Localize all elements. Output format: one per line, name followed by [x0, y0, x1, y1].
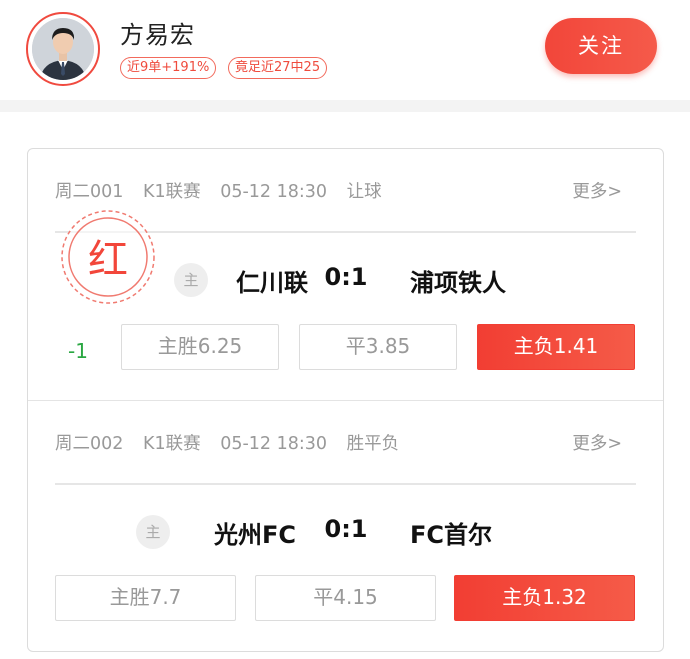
follow-button[interactable]: 关注	[545, 18, 657, 74]
play-type: 胜平负	[346, 434, 400, 454]
record-badge: 近9单+191%	[120, 57, 217, 79]
divider	[55, 483, 636, 485]
match-item: 周二001 K1联赛 05-12 18:30 让球 更多> 主 仁川联 0:1 …	[28, 149, 663, 400]
odds-home-lose[interactable]: 主负1.32	[454, 575, 635, 621]
league-name: K1联赛	[142, 182, 201, 202]
odds-draw[interactable]: 平4.15	[255, 575, 436, 621]
match-meta: 周二001 K1联赛 05-12 18:30 让球 更多>	[55, 178, 636, 204]
match-score: 0:1	[324, 515, 368, 543]
match-meta: 周二002 K1联赛 05-12 18:30 胜平负 更多>	[55, 430, 636, 456]
match-time: 05-12 18:30	[220, 182, 328, 202]
avatar[interactable]	[26, 12, 100, 86]
odds-home-win[interactable]: 主胜6.25	[121, 324, 279, 370]
more-link[interactable]: 更多>	[572, 178, 622, 203]
stamp-text: 红	[88, 237, 128, 283]
expert-header: 方易宏 近9单+191% 竟足近27中25 关注	[0, 0, 690, 100]
match-score: 0:1	[324, 263, 368, 291]
expert-name: 方易宏	[120, 21, 195, 49]
match-code: 周二001	[55, 182, 124, 202]
match-time: 05-12 18:30	[220, 434, 328, 454]
odds-home-lose[interactable]: 主负1.41	[477, 324, 635, 370]
away-team: FC首尔	[410, 521, 493, 549]
teams-row: 主 光州FC 0:1 FC首尔	[28, 509, 663, 549]
person-icon	[32, 18, 94, 80]
home-tag: 主	[136, 515, 170, 549]
play-type: 让球	[346, 182, 382, 202]
match-item: 周二002 K1联赛 05-12 18:30 胜平负 更多> 主 光州FC 0:…	[28, 400, 663, 651]
home-team: 仁川联	[236, 269, 308, 297]
league-name: K1联赛	[142, 434, 201, 454]
away-team: 浦项铁人	[410, 269, 506, 297]
matches-card: 周二001 K1联赛 05-12 18:30 让球 更多> 主 仁川联 0:1 …	[27, 148, 664, 652]
handicap-value: -1	[68, 339, 88, 363]
odds-draw[interactable]: 平3.85	[299, 324, 457, 370]
hit-rate-badge: 竟足近27中25	[228, 57, 328, 79]
match-code: 周二002	[55, 434, 124, 454]
home-team: 光州FC	[213, 521, 296, 549]
red-result-stamp: 红	[61, 210, 155, 304]
avatar-photo	[32, 18, 94, 80]
odds-home-win[interactable]: 主胜7.7	[55, 575, 236, 621]
section-divider	[0, 100, 690, 112]
more-link[interactable]: 更多>	[572, 430, 622, 455]
